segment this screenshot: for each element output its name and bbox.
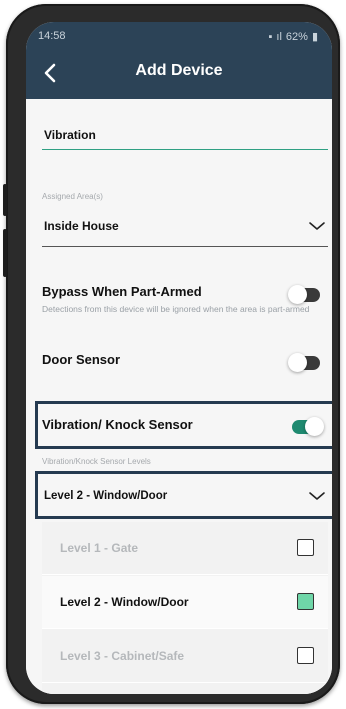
toggle-knob bbox=[288, 285, 307, 304]
level-option-label: Level 2 - Window/Door bbox=[60, 595, 189, 609]
toggle-knob bbox=[305, 417, 324, 436]
status-time: 14:58 bbox=[38, 30, 66, 42]
vibration-knock-setting: Vibration/ Knock Sensor bbox=[42, 417, 328, 436]
level-checkbox[interactable] bbox=[297, 539, 314, 556]
assigned-area-value: Inside House bbox=[44, 219, 119, 233]
door-sensor-setting: Door Sensor bbox=[42, 352, 328, 372]
bypass-setting: Bypass When Part-Armed Detections from t… bbox=[42, 284, 328, 315]
level-option[interactable]: Level 3 - Cabinet/Safe bbox=[42, 630, 328, 683]
door-sensor-toggle[interactable] bbox=[288, 353, 320, 372]
level-checkbox[interactable] bbox=[297, 593, 314, 610]
phone-side-button bbox=[3, 184, 7, 216]
level-option-label: Level 3 - Cabinet/Safe bbox=[60, 649, 185, 663]
assigned-area-label: Assigned Area(s) bbox=[42, 192, 103, 201]
phone-side-button bbox=[3, 229, 7, 277]
chevron-down-icon bbox=[309, 492, 325, 500]
battery-percent: 62% bbox=[285, 30, 308, 43]
bypass-toggle[interactable] bbox=[288, 285, 320, 304]
level-checkbox[interactable] bbox=[297, 647, 314, 664]
status-icons: ▪ ıl 62% ▮ bbox=[268, 30, 319, 44]
level-option[interactable]: Level 1 - Gate bbox=[42, 522, 328, 575]
assigned-area-select[interactable]: Inside House bbox=[42, 206, 328, 247]
level-option-label: Level 1 - Gate bbox=[60, 541, 139, 555]
levels-selected-value: Level 2 - Window/Door bbox=[44, 490, 168, 502]
add-device-form: Assigned Area(s) Inside House Bypass Whe… bbox=[26, 99, 332, 694]
levels-label: Vibration/Knock Sensor Levels bbox=[42, 457, 151, 466]
bypass-label: Bypass When Part-Armed bbox=[42, 284, 202, 299]
levels-dropdown-list: Level 1 - Gate Level 2 - Window/Door Lev… bbox=[42, 522, 328, 694]
chevron-down-icon bbox=[309, 222, 325, 230]
vibration-knock-toggle[interactable] bbox=[292, 417, 324, 436]
levels-select[interactable]: Level 2 - Window/Door bbox=[42, 477, 328, 513]
phone-frame: 14:58 ▪ ıl 62% ▮ Add Device Assigned Are… bbox=[3, 4, 340, 704]
battery-icon: ▮ bbox=[311, 31, 318, 43]
level-option[interactable]: Level 2 - Window/Door bbox=[42, 576, 328, 629]
toggle-knob bbox=[288, 353, 307, 372]
page-title: Add Device bbox=[135, 62, 223, 79]
app-header: 14:58 ▪ ıl 62% ▮ Add Device bbox=[26, 22, 332, 99]
signal-icon: ıl bbox=[276, 30, 282, 43]
status-bar: 14:58 ▪ ıl 62% ▮ bbox=[38, 30, 318, 46]
phone-screen: 14:58 ▪ ıl 62% ▮ Add Device Assigned Are… bbox=[26, 22, 332, 694]
door-sensor-label: Door Sensor bbox=[42, 352, 121, 367]
bypass-description: Detections from this device will be igno… bbox=[42, 304, 310, 314]
device-name-input[interactable] bbox=[42, 121, 328, 150]
vibration-knock-label: Vibration/ Knock Sensor bbox=[42, 417, 193, 432]
notification-icon: ▪ bbox=[268, 30, 273, 43]
